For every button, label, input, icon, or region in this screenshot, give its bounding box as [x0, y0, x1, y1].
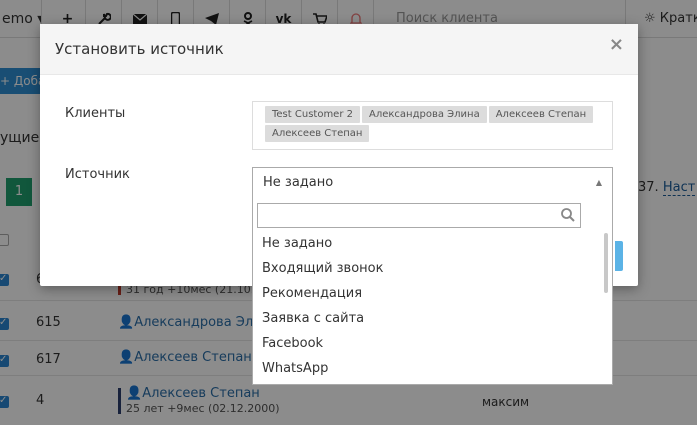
close-icon[interactable]: × — [609, 34, 624, 55]
save-button[interactable] — [615, 241, 623, 271]
modal-header: Установить источник × — [40, 24, 638, 75]
clients-tag-list: Test Customer 2 Александрова Элина Алексее… — [252, 101, 613, 150]
client-tag: Александрова Элина — [362, 106, 487, 123]
option-facebook[interactable]: Facebook — [253, 331, 605, 356]
source-select[interactable]: Не задано ▲ — [252, 167, 613, 199]
option-incoming-call[interactable]: Входящий звонок — [253, 256, 605, 281]
dropdown-search-input[interactable] — [257, 203, 581, 228]
search-icon — [561, 208, 575, 222]
source-label: Источник — [65, 167, 130, 182]
source-dropdown: Не задано Входящий звонок Рекомендация З… — [252, 198, 613, 385]
client-tag: Алексеев Степан — [488, 106, 594, 123]
client-tag: Алексеев Степан — [265, 125, 370, 142]
chevron-up-icon: ▲ — [595, 178, 602, 187]
clients-label: Клиенты — [65, 106, 126, 121]
option-not-set[interactable]: Не задано — [253, 231, 605, 256]
option-recommendation[interactable]: Рекомендация — [253, 281, 605, 306]
client-tag: Test Customer 2 — [265, 106, 360, 123]
option-whatsapp[interactable]: WhatsApp — [253, 356, 605, 381]
option-website-request[interactable]: Заявка с сайта — [253, 306, 605, 331]
source-selected-value: Не задано — [263, 175, 334, 190]
source-options-list: Не задано Входящий звонок Рекомендация З… — [253, 231, 605, 381]
dropdown-scrollbar[interactable] — [604, 233, 608, 293]
modal-title: Установить источник — [55, 40, 224, 58]
